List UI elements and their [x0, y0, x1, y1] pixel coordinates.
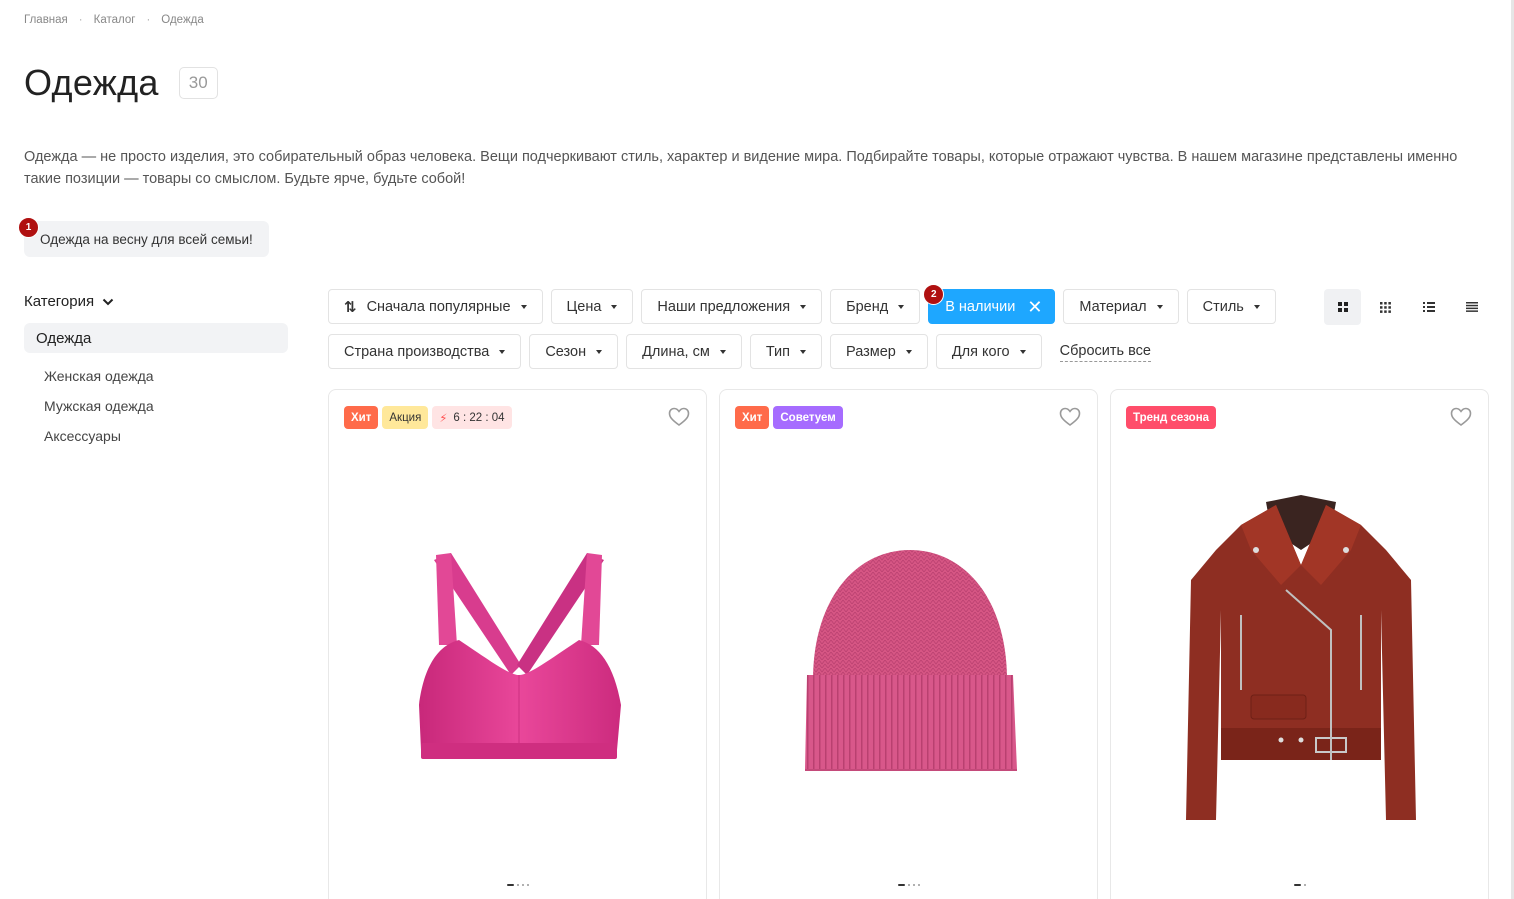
caret-down-icon — [520, 304, 527, 309]
badge-hit: Хит — [344, 406, 379, 429]
breadcrumb-catalog[interactable]: Каталог — [94, 14, 136, 26]
category-toggle[interactable]: Категория — [24, 290, 288, 312]
caret-down-icon — [800, 349, 806, 354]
filter-price[interactable]: Цена — [550, 289, 634, 324]
title-row: Одежда 30 — [24, 62, 218, 104]
sidebar-item-active[interactable]: Одежда — [24, 323, 288, 353]
sidebar-item-accessories[interactable]: Аксессуары — [24, 421, 288, 451]
sidebar-item-label: Одежда — [36, 329, 92, 347]
filter-style[interactable]: Стиль — [1186, 289, 1276, 324]
product-badges: Хит Советуем — [735, 406, 843, 429]
category-description: Одежда — не просто изделия, это собирате… — [24, 149, 1458, 187]
caret-down-icon — [596, 349, 603, 354]
product-card[interactable]: Тренд сезона — [1110, 389, 1489, 899]
badge-recommend: Советуем — [773, 406, 843, 429]
product-card[interactable]: Хит Советуем — [719, 389, 1098, 899]
grid-large-icon[interactable] — [1324, 289, 1361, 325]
badge-timer: ⚡ 6 : 22 : 04 — [432, 406, 512, 429]
filter-row: ⇅ Сначала популярные Цена Наши предложен… — [328, 284, 1276, 324]
filter-label: Цена — [566, 298, 602, 315]
pink-sports-bra-image[interactable] — [329, 450, 708, 870]
timer-text: 6 : 22 : 04 — [453, 411, 505, 424]
filter-label: Сезон — [545, 343, 587, 360]
filter-label: Наши предложения — [657, 298, 791, 315]
promo-chip-label: Одежда на весну для всей семьи! — [40, 231, 253, 247]
grid-small-icon[interactable] — [1367, 289, 1404, 325]
product-card[interactable]: Хит Акция ⚡ 6 : 22 : 04 — [328, 389, 707, 899]
breadcrumb-home[interactable]: Главная — [24, 14, 68, 26]
filter-label: В наличии — [945, 298, 1016, 315]
list-icon[interactable] — [1410, 289, 1447, 325]
breadcrumb-current: Одежда — [161, 14, 204, 26]
filter-label: Стиль — [1202, 298, 1244, 315]
caret-down-icon — [898, 304, 905, 309]
heart-icon[interactable] — [1059, 407, 1081, 432]
heart-icon[interactable] — [1450, 407, 1472, 432]
pink-knit-beanie-image[interactable] — [720, 450, 1099, 870]
lightning-icon: ⚡ — [439, 412, 448, 425]
caret-down-icon — [1156, 304, 1163, 309]
badge-trend: Тренд сезона — [1126, 406, 1217, 429]
category-heading: Категория — [24, 292, 95, 310]
sidebar-item-men[interactable]: Мужская одежда — [24, 391, 288, 421]
sort-label: Сначала популярные — [366, 298, 511, 315]
caret-down-icon — [611, 304, 618, 309]
filter-label: Бренд — [846, 298, 889, 315]
breadcrumb: Главная · Каталог · Одежда — [24, 14, 204, 26]
caret-down-icon — [719, 349, 726, 354]
caret-down-icon — [499, 349, 506, 354]
heart-icon[interactable] — [668, 407, 690, 432]
filter-row: Страна производства Сезон Длина, см Тип … — [328, 334, 1276, 369]
breadcrumb-separator: · — [146, 14, 151, 26]
page-title: Одежда — [24, 62, 159, 103]
reset-filters-link[interactable]: Сбросить все — [1059, 340, 1151, 362]
filter-size[interactable]: Размер — [830, 334, 928, 369]
caret-down-icon — [905, 349, 912, 354]
filter-label: Страна производства — [344, 343, 490, 360]
sidebar-item-women[interactable]: Женская одежда — [24, 361, 288, 391]
filter-brand[interactable]: Бренд — [830, 289, 921, 324]
filter-label: Тип — [765, 343, 790, 360]
marker-badge: 2 — [923, 284, 945, 305]
caret-down-icon — [1253, 304, 1260, 309]
sort-icon: ⇅ — [344, 298, 357, 316]
close-icon[interactable]: ✕ — [1027, 298, 1042, 316]
compact-list-icon[interactable] — [1453, 289, 1490, 325]
sort-dropdown[interactable]: ⇅ Сначала популярные — [328, 289, 543, 324]
chevron-down-icon — [102, 293, 114, 310]
product-badges: Тренд сезона — [1126, 406, 1217, 429]
badge-sale: Акция — [382, 406, 429, 429]
product-grid: Хит Акция ⚡ 6 : 22 : 04 Хит Советуем Тре… — [328, 389, 1489, 899]
filter-label: Длина, см — [642, 343, 710, 360]
caret-down-icon — [800, 304, 807, 309]
filter-label: Материал — [1079, 298, 1147, 315]
image-pagination — [897, 884, 920, 886]
filter-material[interactable]: Материал — [1063, 289, 1179, 324]
view-mode-switcher — [1324, 289, 1490, 325]
filter-for-whom[interactable]: Для кого — [935, 334, 1042, 369]
category-sidebar: Категория Одежда Женская одежда Мужская … — [24, 290, 288, 451]
badge-hit: Хит — [735, 406, 770, 429]
image-pagination — [506, 884, 529, 886]
filter-length[interactable]: Длина, см — [626, 334, 742, 369]
red-leather-jacket-image[interactable] — [1111, 450, 1490, 870]
filter-bar: ⇅ Сначала популярные Цена Наши предложен… — [328, 284, 1276, 379]
product-badges: Хит Акция ⚡ 6 : 22 : 04 — [344, 406, 512, 429]
filter-country[interactable]: Страна производства — [328, 334, 522, 369]
filter-label: Размер — [846, 343, 896, 360]
filter-season[interactable]: Сезон — [529, 334, 619, 369]
sidebar-subcategories: Женская одежда Мужская одежда Аксессуары — [24, 361, 288, 451]
filter-in-stock-active[interactable]: В наличии ✕ 2 — [923, 284, 1056, 324]
marker-badge: 1 — [18, 217, 39, 238]
filter-type[interactable]: Тип — [749, 334, 822, 369]
filter-offers[interactable]: Наши предложения — [641, 289, 823, 324]
filter-label: Для кого — [951, 343, 1010, 360]
promo-chip[interactable]: Одежда на весну для всей семьи! — [24, 221, 269, 257]
image-pagination — [1293, 884, 1306, 886]
breadcrumb-separator: · — [78, 14, 83, 26]
product-count-badge: 30 — [178, 67, 218, 99]
caret-down-icon — [1019, 349, 1026, 354]
